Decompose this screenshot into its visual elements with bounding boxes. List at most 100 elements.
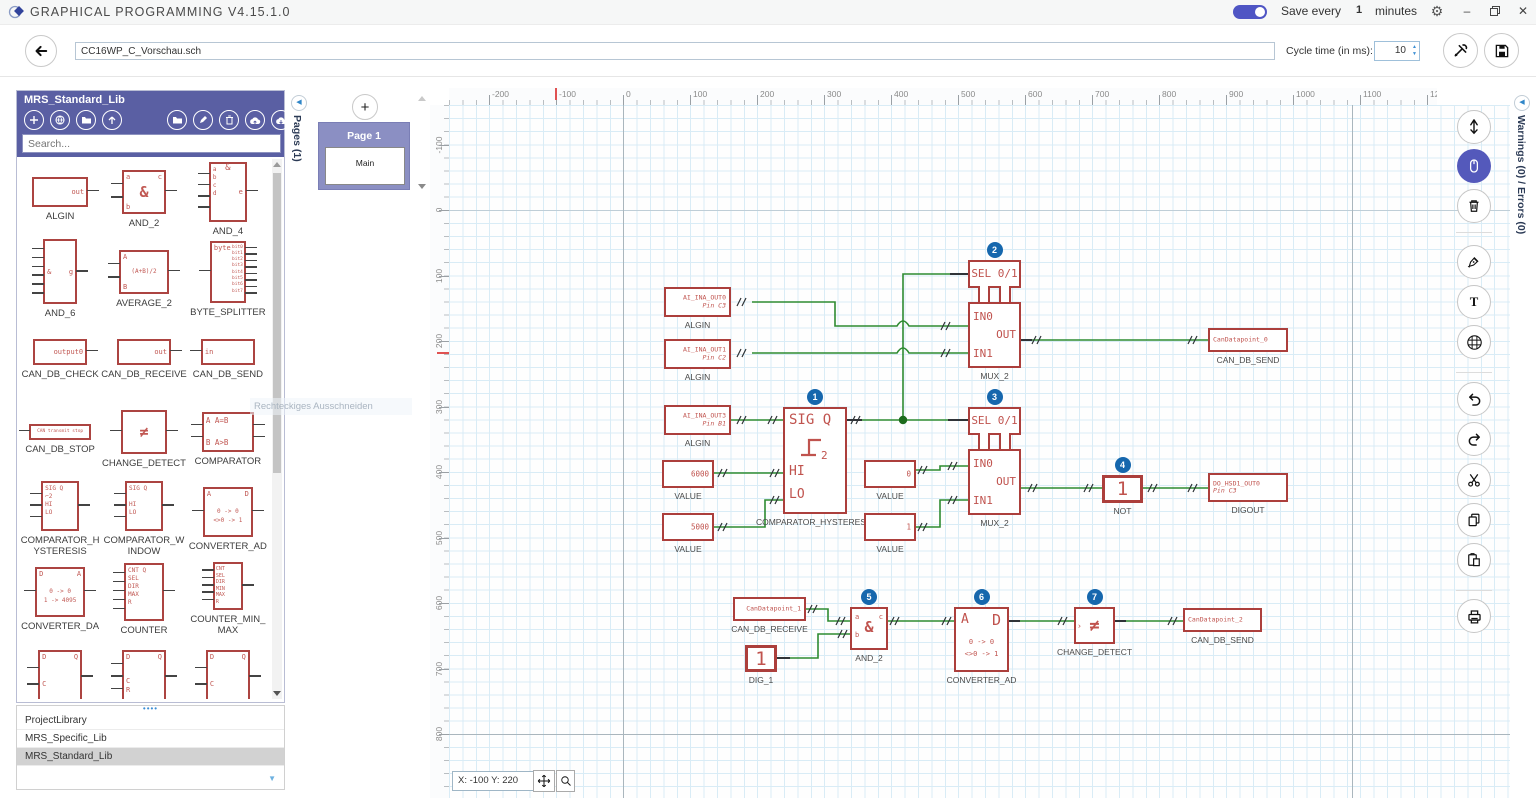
delete-library-button[interactable]: [219, 110, 239, 130]
cycle-up-icon[interactable]: ▲: [1412, 45, 1417, 50]
schematic-block-ALGIN[interactable]: AI_INA_OUT1Pin C2: [664, 339, 731, 369]
library-item-COUNTER_MIN_MAX[interactable]: CNT SEL DIR MIN MAX RCOUNTER_MIN_ MAX: [187, 559, 269, 639]
warnings-collapse-button[interactable]: ◀: [1514, 95, 1530, 111]
pan-mode-button[interactable]: [533, 770, 555, 792]
scroll-down-icon[interactable]: [273, 691, 281, 696]
schematic-block-ALGIN[interactable]: AI_INA_OUT0Pin C3: [664, 287, 731, 317]
schematic-block-MUX_2[interactable]: SEL 0/1 IN0IN1OUT: [968, 260, 1021, 368]
component-icon: out: [32, 177, 88, 207]
paste-button[interactable]: [1457, 543, 1491, 577]
library-item-AND_2[interactable]: ab&cAND_2: [101, 159, 187, 239]
component-label: AND_2: [129, 218, 160, 229]
autosave-toggle[interactable]: [1233, 5, 1267, 19]
cycle-time-value[interactable]: 10: [1395, 45, 1406, 56]
edit-library-button[interactable]: [193, 110, 213, 130]
pages-scroll-down-icon[interactable]: [418, 184, 426, 189]
schematic-block-ALGIN[interactable]: AI_INA_OUT3Pin B1: [664, 405, 731, 435]
schematic-block-CAN_DB_SEND[interactable]: CanDatapoint_2: [1183, 608, 1262, 632]
copy-button[interactable]: [1457, 503, 1491, 537]
page-card[interactable]: Page 1 Main: [318, 122, 410, 190]
delete-tool-button[interactable]: [1457, 189, 1491, 223]
save-button[interactable]: [1484, 33, 1519, 68]
save-every-value[interactable]: 1: [1356, 4, 1362, 16]
schematic-block-MUX_2[interactable]: SEL 0/1 IN0IN1OUT: [968, 407, 1021, 515]
library-item[interactable]: DQC: [187, 639, 269, 699]
pages-scroll-up-icon[interactable]: [418, 96, 426, 101]
wire[interactable]: [752, 348, 968, 353]
library-item-COMPARATOR_WINDOW[interactable]: SIG Q HI LOCOMPARATOR_W INDOW: [101, 479, 187, 559]
library-item-ALGIN[interactable]: outALGIN: [19, 159, 101, 239]
library-item-CONVERTER_AD[interactable]: AD0 -> 0 <>0 -> 1CONVERTER_AD: [187, 479, 269, 559]
library-item-BYTE_SPLITTER[interactable]: bytebit0 bit1 bit2 bit3 bit4 bit5 bit6 b…: [187, 239, 269, 319]
schematic-block-DIGOUT[interactable]: DO_HSD1_OUT0Pin C3: [1208, 473, 1288, 502]
block-label: MUX_2: [915, 518, 1075, 528]
cloud-upload-button[interactable]: [245, 110, 265, 130]
tools-button[interactable]: [1443, 33, 1478, 68]
component-icon: in: [201, 339, 255, 365]
close-button[interactable]: ✕: [1514, 2, 1532, 20]
upload-library-button[interactable]: [102, 110, 122, 130]
schematic-canvas[interactable]: AI_INA_OUT0Pin C3ALGINAI_INA_OUT1Pin C2A…: [449, 105, 1516, 798]
open-library-button[interactable]: [76, 110, 96, 130]
add-page-button[interactable]: +: [352, 94, 378, 120]
library-tab-ProjectLibrary[interactable]: ProjectLibrary: [17, 712, 284, 730]
text-tool-button[interactable]: T: [1457, 285, 1491, 319]
component-icon: A A=BB A>B: [202, 412, 254, 452]
schematic-block-CHANGE_DETECT[interactable]: ›≠: [1074, 607, 1115, 644]
library-search-input[interactable]: [22, 134, 281, 153]
schematic-block-CAN_DB_SEND[interactable]: CanDatapoint_0: [1208, 328, 1288, 352]
library-tab-MRS_Standard_Lib[interactable]: MRS_Standard_Lib: [17, 748, 284, 766]
cloud-download-button[interactable]: [271, 110, 291, 130]
new-folder-button[interactable]: [167, 110, 187, 130]
schematic-block-NOT[interactable]: 1: [1102, 475, 1143, 503]
schematic-block-CAN_DB_RECEIVE[interactable]: CanDatapoint_1: [733, 597, 806, 621]
print-button[interactable]: [1457, 599, 1491, 633]
select-tool-button[interactable]: [1457, 110, 1491, 144]
scrollbar-thumb[interactable]: [273, 173, 281, 473]
library-item-CAN_DB_SEND[interactable]: inCAN_DB_SEND: [187, 319, 269, 399]
library-item[interactable]: DQC: [19, 639, 101, 699]
minimize-button[interactable]: –: [1458, 2, 1476, 20]
library-item-CHANGE_DETECT[interactable]: ≠CHANGE_DETECT: [101, 399, 187, 479]
schematic-block-VALUE[interactable]: 5000: [662, 513, 714, 541]
pen-tool-button[interactable]: [1457, 245, 1491, 279]
library-item-CAN_DB_STOP[interactable]: CAN transmit stopCAN_DB_STOP: [19, 399, 101, 479]
settings-gear-icon[interactable]: ⚙: [1428, 2, 1446, 20]
schematic-block-VALUE[interactable]: 0: [864, 460, 916, 488]
scroll-up-icon[interactable]: [273, 162, 281, 167]
schematic-block-VALUE[interactable]: 6000: [662, 460, 714, 488]
pages-collapse-button[interactable]: ◀: [291, 95, 307, 111]
back-button[interactable]: [25, 35, 57, 67]
library-item[interactable]: DQC R: [101, 639, 187, 699]
schematic-block-CONVERTER_AD[interactable]: AD0 -> 0<>0 -> 1: [954, 607, 1009, 672]
schematic-block-AND_2[interactable]: ab&c: [850, 607, 888, 650]
library-item-AND_4[interactable]: a b c d&eAND_4: [187, 159, 269, 239]
cycle-down-icon[interactable]: ▼: [1412, 52, 1417, 57]
cut-button[interactable]: [1457, 463, 1491, 497]
grid-toggle-button[interactable]: [1457, 325, 1491, 359]
cycle-time-stepper[interactable]: 10 ▲ ▼: [1374, 41, 1420, 61]
library-item-COMPARATOR_HYSTERESIS[interactable]: SIG Q ⌐2 HI LOCOMPARATOR_H YSTERESIS: [19, 479, 101, 559]
restore-button[interactable]: [1486, 2, 1504, 20]
library-dropdown-icon[interactable]: ▼: [268, 774, 276, 783]
library-item-CAN_DB_RECEIVE[interactable]: outCAN_DB_RECEIVE: [101, 319, 187, 399]
zoom-mode-button[interactable]: [556, 770, 575, 792]
filename-input[interactable]: [75, 42, 1275, 60]
schematic-block-VALUE[interactable]: 1: [864, 513, 916, 541]
import-package-button[interactable]: [50, 110, 70, 130]
library-tab-MRS_Specific_Lib[interactable]: MRS_Specific_Lib: [17, 730, 284, 748]
add-component-button[interactable]: [24, 110, 44, 130]
library-item-COUNTER[interactable]: CNT Q SEL DIR MAX RCOUNTER: [101, 559, 187, 639]
schematic-block-DIG_1[interactable]: 1: [745, 645, 777, 672]
wire[interactable]: [752, 302, 968, 326]
library-item-CONVERTER_DA[interactable]: DA0 -> 0 1 -> 4095CONVERTER_DA: [19, 559, 101, 639]
pan-tool-button[interactable]: [1457, 149, 1491, 183]
library-item-AVERAGE_2[interactable]: A(A+B)/2BAVERAGE_2: [101, 239, 187, 319]
library-item-CAN_DB_CHECK[interactable]: output0CAN_DB_CHECK: [19, 319, 101, 399]
undo-button[interactable]: [1457, 382, 1491, 416]
wire[interactable]: [916, 466, 968, 470]
library-scrollbar[interactable]: [272, 159, 282, 699]
wire[interactable]: [903, 274, 950, 420]
redo-button[interactable]: [1457, 422, 1491, 456]
library-item-AND_6[interactable]: &gAND_6: [19, 239, 101, 319]
